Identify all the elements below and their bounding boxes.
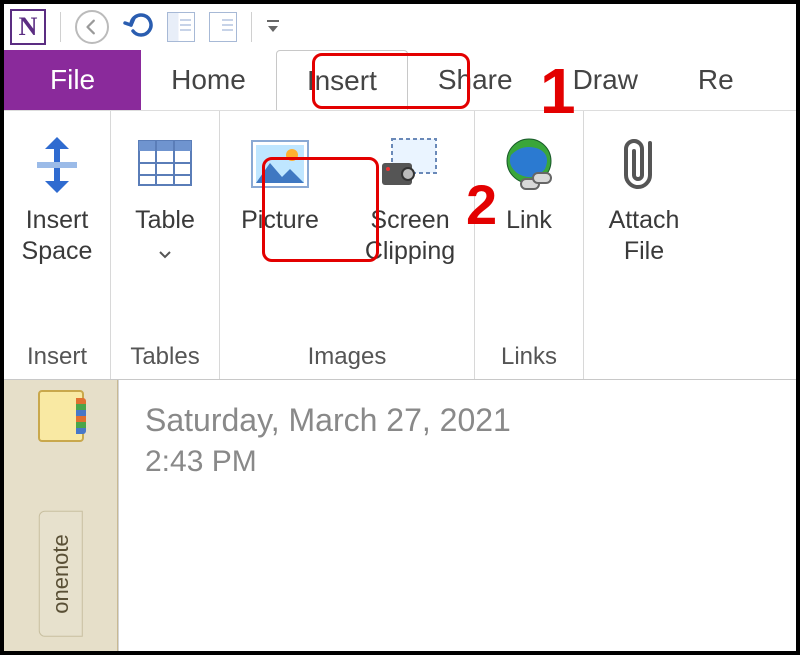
qat-customize-dropdown[interactable] (266, 20, 280, 34)
page-date: Saturday, March 27, 2021 (145, 402, 770, 439)
picture-button[interactable]: Picture (228, 125, 332, 236)
tab-label: Re (698, 64, 734, 96)
content-area: onenote Saturday, March 27, 2021 2:43 PM (4, 380, 796, 651)
group-label (641, 337, 648, 379)
full-page-view-button[interactable] (209, 12, 237, 42)
insert-space-icon (25, 125, 89, 205)
section-tab[interactable]: onenote (39, 511, 83, 637)
button-label: Attach File (592, 205, 696, 268)
onenote-app-icon[interactable]: N (10, 9, 46, 45)
undo-button[interactable] (123, 11, 153, 44)
undo-icon (123, 11, 153, 37)
screen-clipping-button[interactable]: Screen Clipping (354, 125, 466, 268)
button-label: Link (506, 205, 552, 236)
tab-draw[interactable]: Draw (543, 50, 668, 110)
screen-clipping-icon (378, 125, 442, 205)
group-label: Images (308, 337, 387, 379)
normal-view-button[interactable] (167, 12, 195, 42)
button-label: Picture (241, 205, 319, 236)
tab-file-label: File (50, 64, 95, 96)
tab-insert[interactable]: Insert (276, 50, 408, 110)
table-icon (133, 125, 197, 205)
tab-label: Insert (307, 65, 377, 97)
button-label: Screen Clipping (354, 205, 466, 268)
table-button[interactable]: Table (119, 125, 211, 268)
notebook-icon[interactable] (38, 390, 84, 442)
tab-home[interactable]: Home (141, 50, 276, 110)
notebook-sidebar: onenote (4, 380, 118, 651)
button-label: Insert Space (12, 205, 102, 268)
page-time: 2:43 PM (145, 445, 770, 479)
chevron-down-icon (159, 251, 171, 259)
toolbar-separator (60, 12, 61, 42)
paperclip-icon (612, 125, 676, 205)
section-tab-label: onenote (48, 534, 73, 614)
ribbon-group-links: Link Links (475, 111, 583, 379)
ribbon-tabs: File Home Insert Share Draw Re (4, 50, 796, 110)
back-button[interactable] (75, 10, 109, 44)
insert-space-button[interactable]: Insert Space (12, 125, 102, 268)
group-label: Tables (130, 337, 199, 379)
tab-label: Home (171, 64, 246, 96)
ribbon-group-images: Picture Screen Clipping Images (220, 111, 474, 379)
arrow-left-icon (83, 18, 101, 36)
tab-label: Draw (573, 64, 638, 96)
toolbar-separator (251, 12, 252, 42)
attach-file-button[interactable]: Attach File (592, 125, 696, 268)
group-label: Insert (27, 337, 87, 379)
picture-icon (248, 125, 312, 205)
quick-access-toolbar: N (4, 4, 796, 50)
ribbon-group-tables: Table Tables (111, 111, 219, 379)
page-canvas[interactable]: Saturday, March 27, 2021 2:43 PM (119, 380, 796, 651)
tab-file[interactable]: File (4, 50, 141, 110)
tab-share[interactable]: Share (408, 50, 543, 110)
ribbon-group-insert: Insert Space Insert (4, 111, 110, 379)
ribbon: Insert Space Insert Table (4, 110, 796, 380)
link-button[interactable]: Link (483, 125, 575, 236)
tab-review-truncated[interactable]: Re (668, 50, 764, 110)
ribbon-group-files: Attach File (584, 111, 704, 379)
button-label: Table (135, 205, 195, 268)
onenote-logo-letter: N (19, 14, 38, 40)
tab-label: Share (438, 64, 513, 96)
group-label: Links (501, 337, 557, 379)
globe-link-icon (497, 125, 561, 205)
